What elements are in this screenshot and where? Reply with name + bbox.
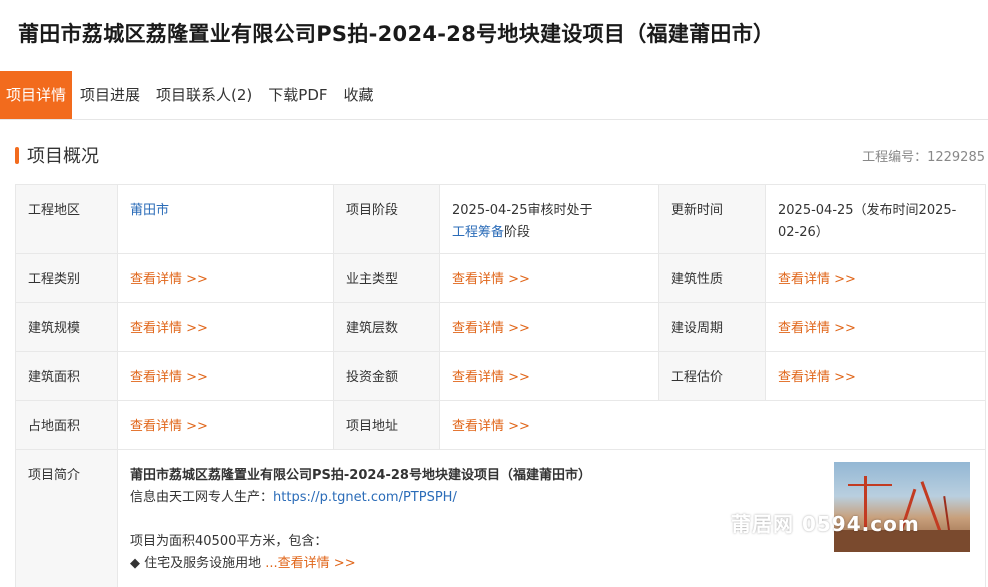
tab-project-progress[interactable]: 项目进展 bbox=[72, 71, 148, 119]
page-title: 莆田市荔城区荔隆置业有限公司PS拍-2024-28号地块建设项目（福建莆田市） bbox=[18, 22, 775, 46]
stage-suffix: 阶段 bbox=[504, 225, 531, 240]
intro-source: 信息由天工网专人生产：https://p.tgnet.com/PTPSPH/ bbox=[130, 487, 820, 509]
stage-label: 项目阶段 bbox=[333, 184, 440, 254]
intro-source-link[interactable]: https://p.tgnet.com/PTPSPH/ bbox=[273, 490, 457, 505]
stage-value: 2025-04-25审核时处于 工程筹备阶段 bbox=[439, 184, 659, 254]
update-label: 更新时间 bbox=[658, 184, 766, 254]
period-label: 建设周期 bbox=[658, 302, 766, 352]
nature-label: 建筑性质 bbox=[658, 253, 766, 303]
tab-favorite[interactable]: 收藏 bbox=[336, 71, 382, 119]
tab-bar: 项目详情 项目进展 项目联系人(2) 下载PDF 收藏 bbox=[0, 71, 988, 120]
estimate-label: 工程估价 bbox=[658, 351, 766, 401]
table-row: 占地面积 查看详情 >> 项目地址 查看详情 >> bbox=[15, 400, 986, 450]
owner-more-link[interactable]: 查看详情 >> bbox=[452, 272, 530, 287]
investment-label: 投资金额 bbox=[333, 351, 440, 401]
type-label: 工程类别 bbox=[15, 253, 118, 303]
floors-more-link[interactable]: 查看详情 >> bbox=[452, 321, 530, 336]
region-label: 工程地区 bbox=[15, 184, 118, 254]
project-number: 工程编号：1229285 bbox=[862, 149, 985, 165]
intro-more-link[interactable]: ...查看详情 >> bbox=[265, 556, 355, 571]
area-label: 建筑面积 bbox=[15, 351, 118, 401]
investment-more-link[interactable]: 查看详情 >> bbox=[452, 370, 530, 385]
intro-bullet: ◆ 住宅及服务设施用地 bbox=[130, 556, 262, 571]
intro-bullet-line: ◆ 住宅及服务设施用地 ...查看详情 >> bbox=[130, 553, 820, 575]
update-value: 2025-04-25（发布时间2025-02-26） bbox=[765, 184, 986, 254]
watermark-logo: 莆居网 0594.com bbox=[731, 512, 920, 536]
tab-project-details[interactable]: 项目详情 bbox=[0, 71, 73, 119]
period-more-link[interactable]: 查看详情 >> bbox=[778, 321, 856, 336]
table-row: 建筑规模 查看详情 >> 建筑层数 查看详情 >> 建设周期 查看详情 >> bbox=[15, 302, 986, 352]
address-more-link[interactable]: 查看详情 >> bbox=[452, 419, 530, 434]
tab-project-contacts[interactable]: 项目联系人(2) bbox=[148, 71, 260, 119]
table-row: 建筑面积 查看详情 >> 投资金额 查看详情 >> 工程估价 查看详情 >> bbox=[15, 351, 986, 401]
land-label: 占地面积 bbox=[15, 400, 118, 450]
section-marker-icon bbox=[15, 146, 19, 164]
address-label: 项目地址 bbox=[333, 400, 440, 450]
intro-body: 项目为面积40500平方米，包含： bbox=[130, 534, 328, 549]
section-title: 项目概况 bbox=[15, 142, 99, 168]
construction-site-photo bbox=[834, 462, 970, 552]
region-link[interactable]: 莆田市 bbox=[130, 203, 169, 218]
stage-date: 2025-04-25审核时处于 bbox=[452, 203, 593, 218]
scale-more-link[interactable]: 查看详情 >> bbox=[130, 321, 208, 336]
section-header: 项目概况 工程编号：1229285 bbox=[15, 142, 985, 168]
land-more-link[interactable]: 查看详情 >> bbox=[130, 419, 208, 434]
type-more-link[interactable]: 查看详情 >> bbox=[130, 272, 208, 287]
intro-source-prefix: 信息由天工网专人生产： bbox=[130, 490, 274, 505]
owner-label: 业主类型 bbox=[333, 253, 440, 303]
nature-more-link[interactable]: 查看详情 >> bbox=[778, 272, 856, 287]
floors-label: 建筑层数 bbox=[333, 302, 440, 352]
intro-title: 莆田市荔城区荔隆置业有限公司PS拍-2024-28号地块建设项目（福建莆田市） bbox=[130, 468, 591, 483]
section-title-text: 项目概况 bbox=[27, 146, 99, 167]
intro-label: 项目简介 bbox=[15, 449, 118, 587]
stage-link[interactable]: 工程筹备 bbox=[452, 225, 504, 240]
tab-download-pdf[interactable]: 下载PDF bbox=[260, 71, 335, 119]
table-row: 工程类别 查看详情 >> 业主类型 查看详情 >> 建筑性质 查看详情 >> bbox=[15, 253, 986, 303]
scale-label: 建筑规模 bbox=[15, 302, 118, 352]
estimate-more-link[interactable]: 查看详情 >> bbox=[778, 370, 856, 385]
area-more-link[interactable]: 查看详情 >> bbox=[130, 370, 208, 385]
table-row: 工程地区 莆田市 项目阶段 2025-04-25审核时处于 工程筹备阶段 更新时… bbox=[15, 184, 986, 254]
